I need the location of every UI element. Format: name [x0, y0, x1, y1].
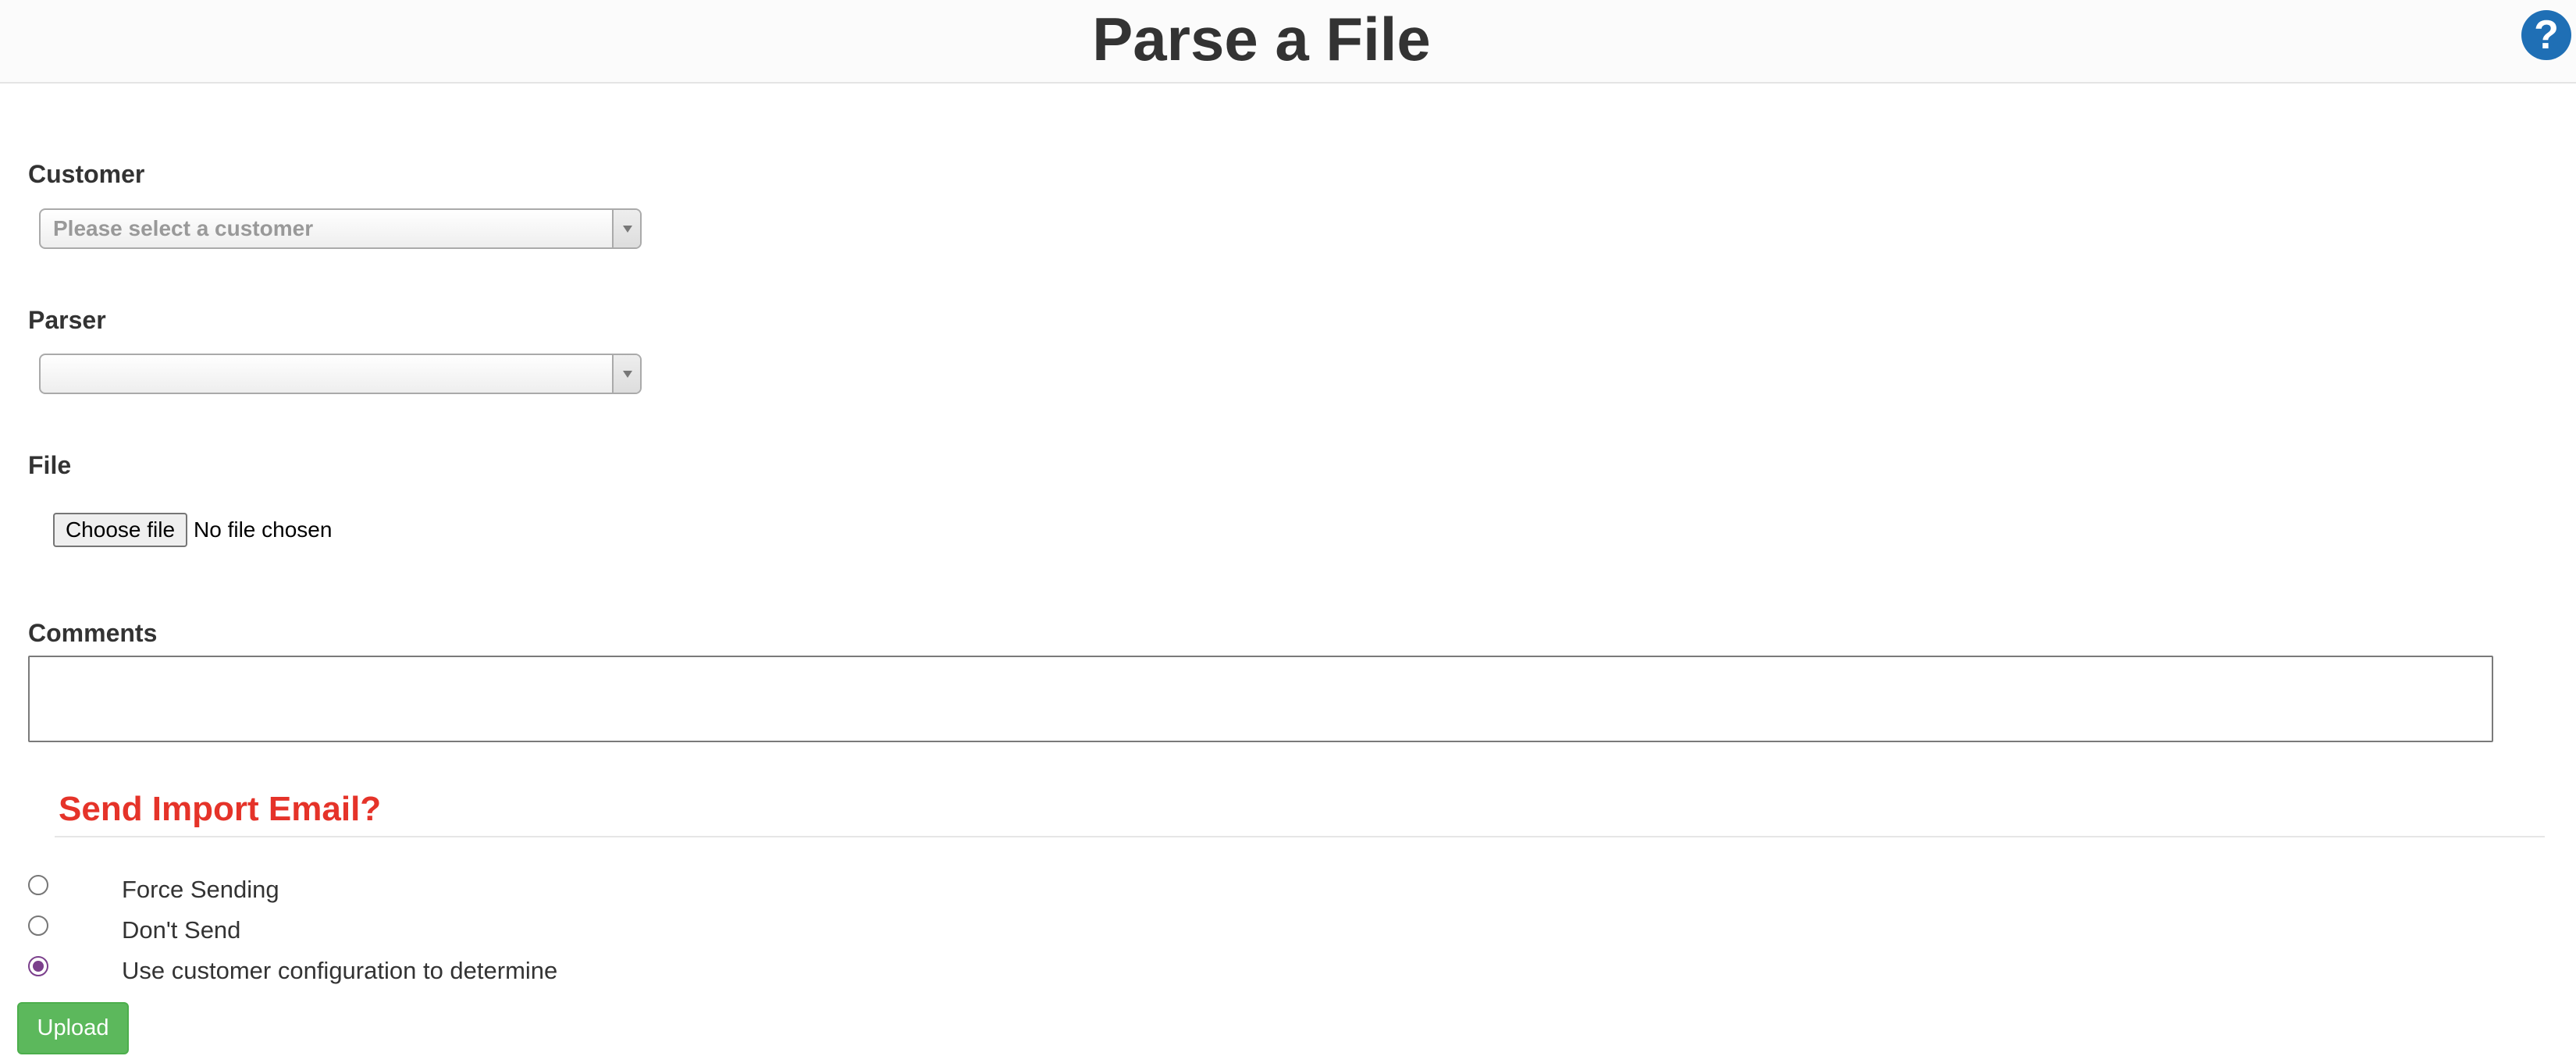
customer-label: Customer — [28, 160, 145, 188]
parser-select[interactable] — [39, 354, 642, 394]
radio-label-dont-send: Don't Send — [122, 916, 241, 944]
customer-select[interactable]: Please select a customer — [39, 208, 642, 249]
comments-textarea[interactable] — [28, 656, 2493, 742]
chevron-down-icon — [612, 355, 640, 393]
file-label: File — [28, 451, 72, 479]
send-import-email-heading: Send Import Email? — [59, 790, 382, 828]
radio-label-force-sending: Force Sending — [122, 876, 279, 903]
comments-label: Comments — [28, 619, 158, 647]
page-header: Parse a File ? — [0, 0, 2576, 84]
parser-label: Parser — [28, 306, 106, 334]
radio-use-customer-config[interactable] — [28, 956, 48, 976]
customer-select-placeholder: Please select a customer — [53, 216, 314, 240]
radio-label-use-customer-config: Use customer configuration to determine — [122, 957, 558, 984]
page-title: Parse a File — [1092, 5, 1431, 73]
upload-button[interactable]: Upload — [17, 1002, 129, 1054]
radio-force-sending[interactable] — [28, 875, 48, 895]
radio-dont-send[interactable] — [28, 915, 48, 936]
file-status: No file chosen — [194, 517, 333, 542]
question-circle-icon[interactable]: ? — [2521, 10, 2571, 60]
section-divider — [55, 836, 2545, 837]
chevron-down-icon — [612, 210, 640, 247]
choose-file-button[interactable]: Choose file — [53, 513, 187, 547]
